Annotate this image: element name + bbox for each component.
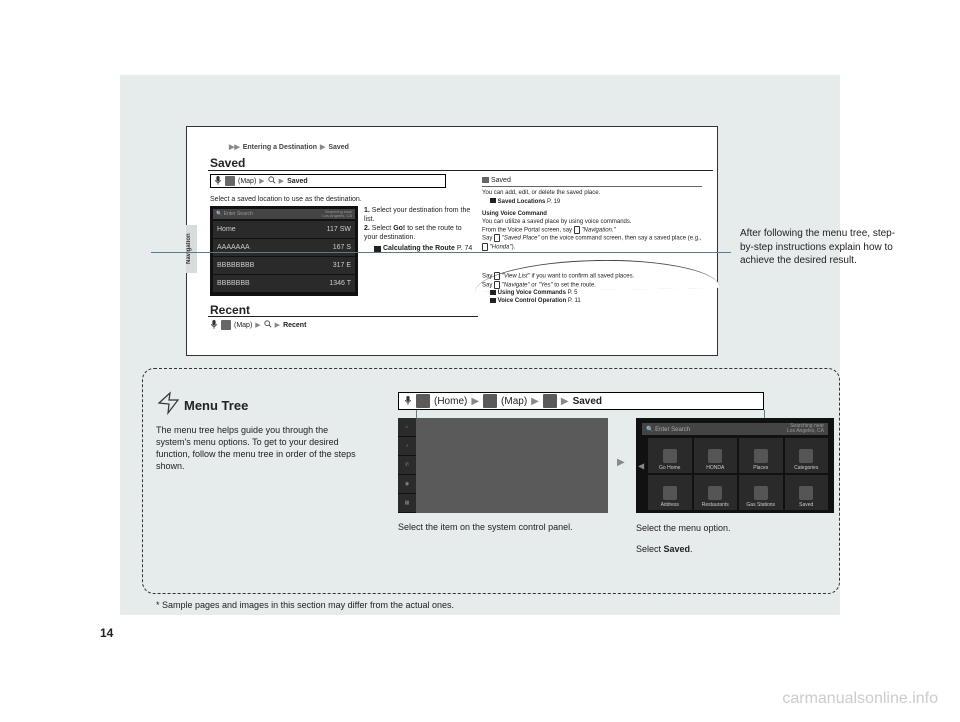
- menu-tree-heading: Menu Tree: [184, 398, 248, 413]
- nav-list-row: BBBBBBBB317 E: [213, 257, 355, 274]
- mic-icon: [574, 226, 580, 234]
- control-panel-sidebar: ⌂ ♪ ✆ ◉ ▦: [398, 418, 416, 513]
- grid-cell-gas: Gas Stations: [739, 475, 783, 510]
- arrow-icon: ▶: [255, 321, 260, 329]
- nav-list-row: BBBBBBB1346 T: [213, 275, 355, 292]
- places-icon: [754, 449, 768, 463]
- home-icon: [663, 449, 677, 463]
- phone-icon: ✆: [398, 456, 416, 475]
- divider: [208, 170, 713, 171]
- grid-cell-saved: Saved: [785, 475, 829, 510]
- grid-cell-restaurants: Restaurants: [694, 475, 738, 510]
- categories-icon: [799, 449, 813, 463]
- caption-control-panel: Select the item on the system control pa…: [398, 522, 598, 534]
- breadcrumb-seg: Saved: [328, 144, 349, 151]
- menu-option-grid: Go Home HONDA Places Categories Address …: [648, 438, 828, 510]
- gas-icon: [754, 486, 768, 500]
- recent-heading: Recent: [210, 303, 250, 317]
- saved-label: Saved: [573, 396, 602, 407]
- watermark: carmanualsonline.info: [782, 690, 938, 708]
- grid-cell-go-home: Go Home: [648, 438, 692, 473]
- mic-icon: [482, 243, 488, 251]
- mic-icon: [494, 234, 500, 242]
- saved-icon: [799, 486, 813, 500]
- menu-tree-bar: (Home) ▶ (Map) ▶ ▶ Saved: [398, 392, 764, 410]
- search-icon: [268, 176, 276, 186]
- arrow-icon: ▶: [259, 177, 264, 185]
- map-label: (Map): [234, 322, 252, 329]
- recent-label: Recent: [283, 322, 306, 329]
- home-icon: ⌂: [398, 418, 416, 437]
- grid-cell-address: Address: [648, 475, 692, 510]
- map-button-icon: [483, 394, 497, 408]
- arrow-icon: ▶▶: [229, 144, 240, 151]
- searching-near: Searching nearLos Angeles, CA: [322, 210, 352, 218]
- menu-grid-screenshot: 🔍 Enter Search Searching nearLos Angeles…: [636, 418, 834, 513]
- sidebar-notes: Saved You can add, edit, or delete the s…: [482, 176, 702, 252]
- mic-icon: [214, 176, 222, 186]
- caption-menu-option: Select the menu option. Select Saved.: [636, 522, 826, 556]
- map-label: (Map): [238, 178, 256, 185]
- annotation-text: After following the menu tree, step-by-s…: [740, 227, 900, 268]
- grid-cell-categories: Categories: [785, 438, 829, 473]
- arrow-icon: ▶: [275, 321, 280, 329]
- sample-breadcrumb: ▶▶ Entering a Destination ▶ Saved: [228, 143, 349, 151]
- arrow-icon: ▶: [561, 396, 569, 407]
- address-icon: [663, 486, 677, 500]
- arrow-icon: ▶: [531, 396, 539, 407]
- honda-icon: [708, 449, 722, 463]
- grid-cell-honda: HONDA: [694, 438, 738, 473]
- pointer-icon: [156, 390, 182, 416]
- mic-icon: [404, 396, 412, 406]
- nav-system-screenshot: 🔍 Enter Search Searching nearLos Angeles…: [210, 206, 358, 296]
- arrow-icon: ▶: [320, 144, 325, 151]
- arrow-icon: ▶: [279, 177, 284, 185]
- restaurant-icon: [708, 486, 722, 500]
- divider: [208, 316, 478, 317]
- arrow-icon: ▶: [471, 396, 479, 407]
- notes-heading: Saved: [482, 176, 702, 187]
- leader-line: [151, 252, 731, 253]
- audio-icon: ♪: [398, 437, 416, 456]
- control-panel-main: [416, 418, 608, 513]
- grid-cell-places: Places: [739, 438, 783, 473]
- footnote: * Sample pages and images in this sectio…: [156, 600, 454, 610]
- navigation-side-tab: Navigation: [186, 225, 197, 273]
- enter-search-bar: 🔍 Enter Search Searching nearLos Angeles…: [642, 423, 828, 435]
- search-icon: [264, 320, 272, 330]
- book-icon: [490, 290, 496, 295]
- book-icon: [490, 298, 496, 303]
- nav-search-bar: 🔍 Enter Search Searching nearLos Angeles…: [213, 209, 355, 219]
- nav-icon: ◉: [398, 475, 416, 494]
- menu-tree-body: The menu tree helps guide you through th…: [156, 424, 356, 473]
- sidebar-notes-cont: Say "View List" if you want to confirm a…: [482, 272, 702, 306]
- book-icon: [374, 246, 381, 252]
- map-button-icon: [225, 176, 235, 186]
- map-label: (Map): [501, 396, 527, 407]
- mic-icon: [210, 320, 218, 330]
- home-label: (Home): [434, 396, 467, 407]
- instruction-text: Select a saved location to use as the de…: [210, 196, 362, 203]
- book-icon: [490, 198, 496, 203]
- saved-heading: Saved: [210, 156, 245, 170]
- step-instructions: 1. Select your destination from the list…: [364, 206, 474, 253]
- arrow-icon: ▶: [617, 457, 625, 468]
- map-button-icon: [221, 320, 231, 330]
- nav-list-row: Home117 SW: [213, 221, 355, 238]
- control-panel-screenshot: ⌂ ♪ ✆ ◉ ▦: [398, 418, 608, 513]
- menu-tree-row-recent: (Map) ▶ ▶ Recent: [210, 320, 306, 330]
- apps-icon: ▦: [398, 494, 416, 513]
- saved-label: Saved: [287, 178, 308, 185]
- search-button-icon: [543, 394, 557, 408]
- menu-tree-row-saved: (Map) ▶ ▶ Saved: [210, 174, 446, 188]
- breadcrumb-seg: Entering a Destination: [243, 144, 317, 151]
- search-placeholder: 🔍 Enter Search: [216, 211, 253, 217]
- nav-list-row: AAAAAAA167 S: [213, 239, 355, 256]
- mic-icon: [494, 272, 500, 280]
- mic-icon: [494, 281, 500, 289]
- expand-arrow-icon: ◀: [638, 461, 644, 470]
- page-number: 14: [100, 626, 113, 640]
- home-button-icon: [416, 394, 430, 408]
- square-icon: [482, 177, 489, 183]
